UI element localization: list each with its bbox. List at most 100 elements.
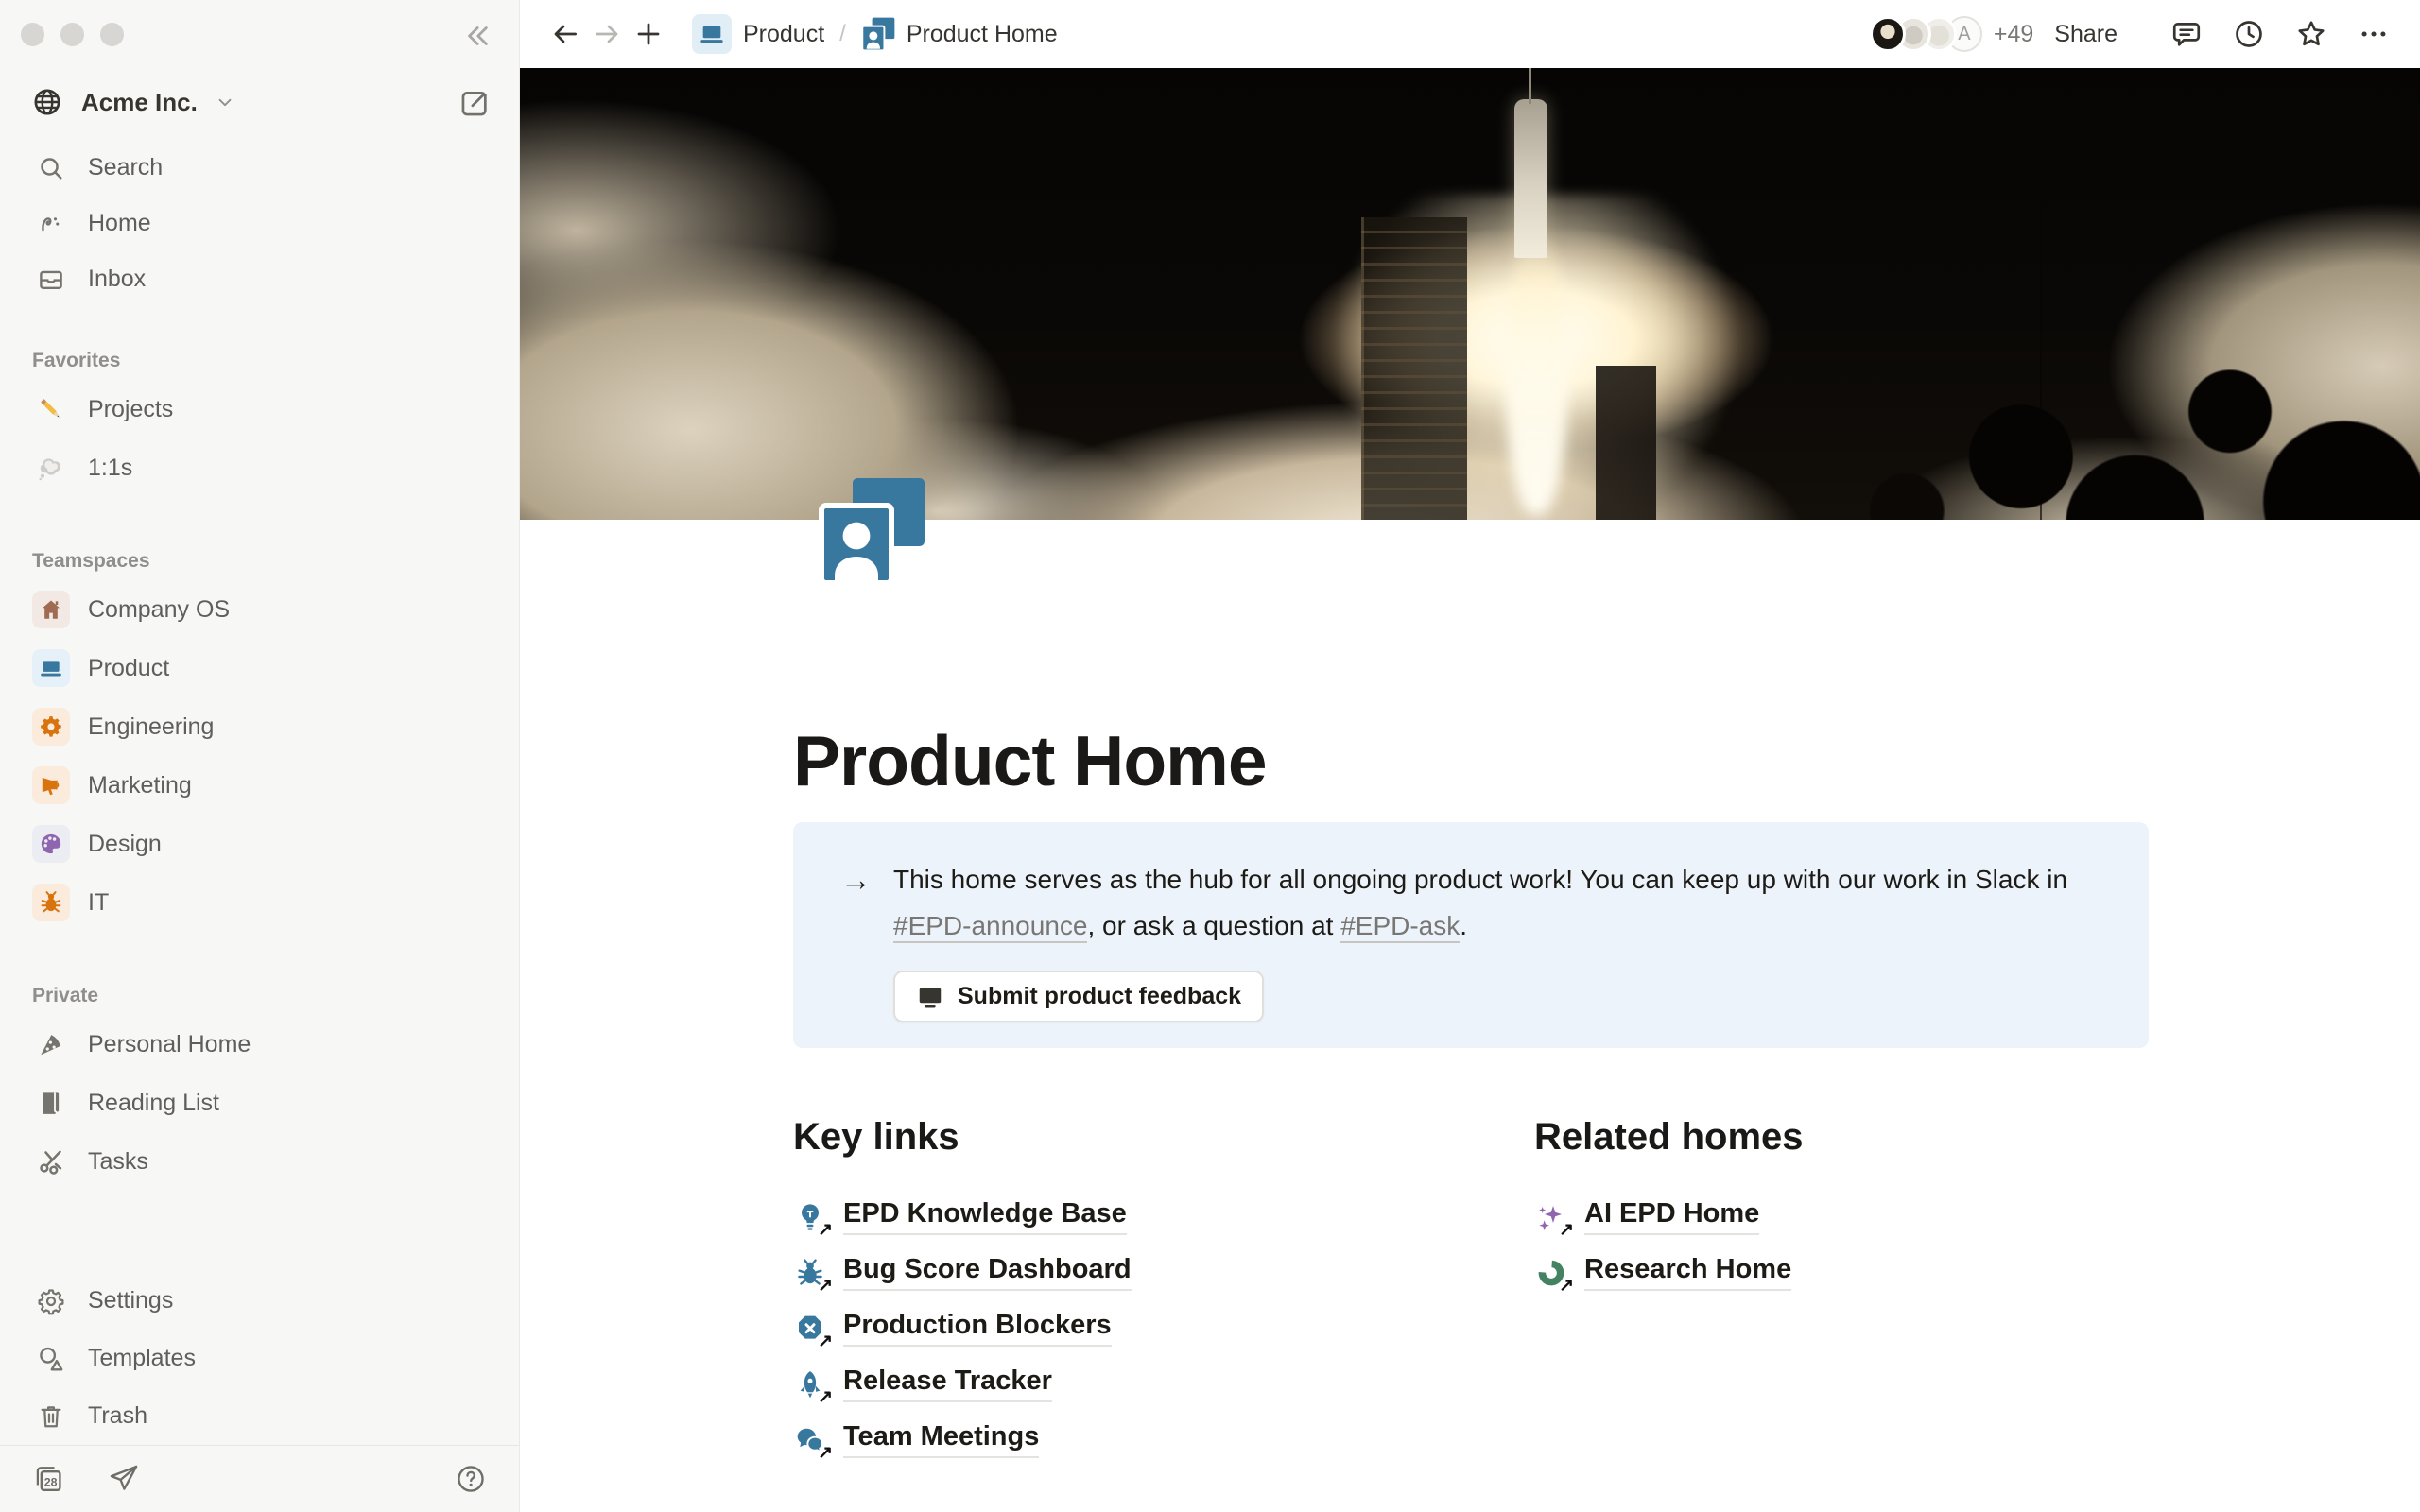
key-links-list: ↗EPD Knowledge Base↗Bug Score Dashboard↗…: [793, 1189, 1534, 1468]
open-page-arrow-icon: ↗: [818, 1386, 833, 1408]
updates-clock-icon[interactable]: [2227, 12, 2271, 56]
svg-text:28: 28: [44, 1475, 58, 1488]
sidebar-item-marketing[interactable]: Marketing: [11, 756, 508, 815]
favorite-star-icon[interactable]: [2290, 12, 2333, 56]
sidebar-item-it[interactable]: IT: [11, 873, 508, 932]
breadcrumb-item-product-home[interactable]: Product Home: [854, 13, 1065, 55]
page-link-release-tracker[interactable]: ↗ Release Tracker: [793, 1356, 1534, 1412]
collapse-sidebar-icon[interactable]: [457, 17, 494, 55]
page-title: Product Home: [793, 720, 1267, 801]
comments-icon[interactable]: [2165, 12, 2208, 56]
send-icon[interactable]: [104, 1459, 144, 1499]
person-card-icon: [861, 17, 895, 51]
new-tab-icon[interactable]: [628, 13, 669, 55]
blocked-icon: ↗: [793, 1312, 827, 1346]
callout: → This home serves as the hub for all on…: [793, 822, 2149, 1048]
sidebar-item-label: IT: [88, 889, 109, 917]
breadcrumb: Product / Product Home: [684, 10, 1065, 58]
sidebar-item-search[interactable]: Search: [11, 140, 508, 196]
topbar-right: A +49 Share: [1870, 12, 2395, 56]
sidebar-section-private: Private Personal Home Reading ListTasks: [11, 985, 508, 1191]
topbar: Product / Product Home A +49 Share: [520, 0, 2420, 68]
sidebar-item-design[interactable]: Design: [11, 815, 508, 873]
laptop-icon: [692, 14, 732, 54]
page-link-label: Research Home: [1584, 1254, 1791, 1291]
cover-tree-silhouettes: [520, 68, 2420, 520]
sidebar-item-label: Design: [88, 831, 162, 858]
page-link-production-blockers[interactable]: ↗ Production Blockers: [793, 1300, 1534, 1356]
sidebar-item-company-os[interactable]: Company OS: [11, 580, 508, 639]
sidebar-item-label: Search: [88, 154, 163, 181]
zoom-window-button[interactable]: [100, 23, 124, 46]
sidebar-item-product[interactable]: Product: [11, 639, 508, 697]
chevron-down-icon: [215, 92, 235, 112]
back-icon[interactable]: [544, 13, 586, 55]
sidebar-item-1-1s[interactable]: 1:1s: [11, 438, 508, 497]
page-icon-person-card[interactable]: [819, 478, 925, 584]
sidebar-item-label: Product: [88, 655, 169, 682]
page-link-research-home[interactable]: ↗ Research Home: [1534, 1245, 2149, 1300]
more-options-icon[interactable]: [2352, 12, 2395, 56]
page-link-team-meetings[interactable]: ↗Team Meetings: [793, 1412, 1534, 1468]
open-page-arrow-icon: ↗: [1559, 1275, 1574, 1297]
new-page-icon[interactable]: [455, 83, 494, 123]
sidebar-footer: 28: [0, 1445, 519, 1512]
page-link-epd-knowledge-base[interactable]: ↗ EPD Knowledge Base: [793, 1189, 1534, 1245]
page-link-bug-score-dashboard[interactable]: ↗ Bug Score Dashboard: [793, 1245, 1534, 1300]
search-icon: [32, 149, 70, 187]
minimize-window-button[interactable]: [60, 23, 84, 46]
sidebar-item-inbox[interactable]: Inbox: [11, 251, 508, 307]
palette-icon: [32, 825, 70, 863]
sidebar-section-teamspaces: Teamspaces Company OS Product EngineeringMa…: [11, 550, 508, 932]
page-link-label: EPD Knowledge Base: [843, 1198, 1127, 1235]
avatars-overflow-count[interactable]: +49: [1994, 21, 2033, 48]
sidebar-item-home[interactable]: Home: [11, 196, 508, 251]
trash-icon: [32, 1398, 70, 1435]
share-button[interactable]: Share: [2054, 21, 2118, 48]
sidebar-item-templates[interactable]: Templates: [11, 1330, 508, 1387]
forward-icon[interactable]: [586, 13, 628, 55]
related-homes-heading: Related homes: [1534, 1113, 2149, 1160]
sidebar-item-engineering[interactable]: Engineering: [11, 697, 508, 756]
sidebar-item-label: Trash: [88, 1402, 147, 1430]
slack-channel-link-epd-announce[interactable]: #EPD-announce: [893, 911, 1087, 943]
sidebar-item-trash[interactable]: Trash: [11, 1387, 508, 1445]
content-columns: Key links ↗ EPD Knowledge Base ↗ Bug Score …: [793, 1113, 2149, 1468]
workspace-switcher[interactable]: Acme Inc.: [28, 77, 235, 127]
scissors-icon: [32, 1143, 70, 1180]
window-controls: [21, 23, 124, 46]
page-link-label: Bug Score Dashboard: [843, 1254, 1132, 1291]
close-window-button[interactable]: [21, 23, 44, 46]
sidebar-item-personal-home[interactable]: Personal Home: [11, 1015, 508, 1074]
open-page-arrow-icon: ↗: [818, 1442, 833, 1464]
slack-channel-link-epd-ask[interactable]: #EPD-ask: [1340, 911, 1460, 943]
sparkles-icon: ↗: [1534, 1200, 1568, 1234]
presence-avatars[interactable]: A: [1870, 16, 1982, 52]
help-icon[interactable]: [451, 1459, 491, 1499]
sidebar-item-label: Projects: [88, 396, 173, 423]
sidebar-item-label: 1:1s: [88, 455, 132, 482]
submit-product-feedback-button[interactable]: Submit product feedback: [893, 971, 1264, 1022]
sidebar-item-reading-list[interactable]: Reading List: [11, 1074, 508, 1132]
related-homes-list: ↗ AI EPD Home ↗ Research Home: [1534, 1189, 2149, 1300]
page-link-label: Release Tracker: [843, 1366, 1052, 1402]
sidebar-item-tasks[interactable]: Tasks: [11, 1132, 508, 1191]
page-link-label: AI EPD Home: [1584, 1198, 1759, 1235]
monitor-icon: [916, 983, 944, 1011]
open-page-arrow-icon: ↗: [818, 1219, 833, 1241]
page-link-ai-epd-home[interactable]: ↗ AI EPD Home: [1534, 1189, 2149, 1245]
related-homes-column: Related homes ↗ AI EPD Home ↗ Research Home: [1534, 1113, 2149, 1468]
sidebar-item-label: Inbox: [88, 266, 146, 293]
calendar-icon[interactable]: 28: [28, 1459, 68, 1499]
open-page-arrow-icon: ↗: [818, 1275, 833, 1297]
cover-image-shuttle-launch: [520, 68, 2420, 520]
sidebar-section-label: Teamspaces: [32, 550, 508, 573]
sidebar-item-label: Personal Home: [88, 1031, 251, 1058]
key-links-heading: Key links: [793, 1113, 1534, 1160]
sidebar-item-settings[interactable]: Settings: [11, 1272, 508, 1330]
page-link-label: Production Blockers: [843, 1310, 1112, 1347]
sidebar-item-projects[interactable]: Projects: [11, 380, 508, 438]
sidebar-section-label: Private: [32, 985, 508, 1007]
pizza-icon: [32, 1025, 70, 1063]
breadcrumb-item-product[interactable]: Product: [684, 10, 832, 58]
